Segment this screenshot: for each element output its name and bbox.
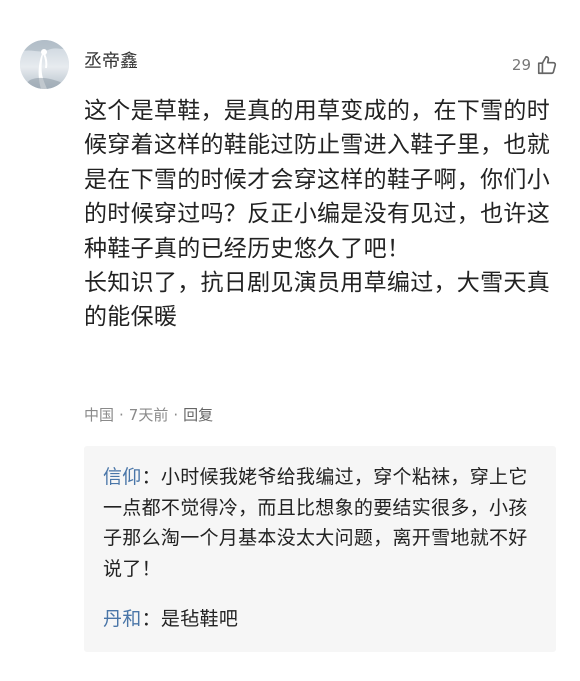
reply-author[interactable]: 信仰 xyxy=(103,466,142,488)
avatar-image xyxy=(20,40,69,89)
comment-paragraph: 长知识了，抗日剧见演员用草编过，大雪天真的能保暖 xyxy=(84,270,550,331)
reply-text: 是毡鞋吧 xyxy=(160,608,239,630)
reply-author[interactable]: 丹和 xyxy=(103,608,142,630)
thumbs-up-icon[interactable] xyxy=(536,54,558,76)
replies-section: 信仰：小时候我姥爷给我编过，穿个粘袜，穿上它一点都不觉得冷，而且比想象的要结实很… xyxy=(84,446,556,652)
comment-card: 丞帝鑫 29 这个是草鞋，是真的用草变成的，在下雪的时候穿着这样的鞋能过防止雪进… xyxy=(0,0,580,681)
comment-paragraph: 这个是草鞋，是真的用草变成的，在下雪的时候穿着这样的鞋能过防止雪进入鞋子里，也就… xyxy=(84,98,550,262)
reply-item: 信仰：小时候我姥爷给我编过，穿个粘袜，穿上它一点都不觉得冷，而且比想象的要结实很… xyxy=(103,462,535,584)
meta-separator: · xyxy=(119,406,124,424)
like-count: 29 xyxy=(511,56,531,74)
meta-separator: · xyxy=(173,406,179,424)
reply-colon: ： xyxy=(141,466,161,488)
comment-location: 中国 xyxy=(84,406,115,424)
reply-item: 丹和：是毡鞋吧 xyxy=(103,604,535,635)
comment-body: 这个是草鞋，是真的用草变成的，在下雪的时候穿着这样的鞋能过防止雪进入鞋子里，也就… xyxy=(84,94,560,335)
reply-text: 小时候我姥爷给我编过，穿个粘袜，穿上它一点都不觉得冷，而且比想象的要结实很多，小… xyxy=(103,466,528,580)
reply-colon: ： xyxy=(141,608,161,630)
comment-meta: 中国 · 7天前 · 回复 xyxy=(84,404,213,426)
comment-username[interactable]: 丞帝鑫 xyxy=(84,50,138,74)
avatar[interactable] xyxy=(20,40,69,89)
like-button[interactable]: 29 xyxy=(512,54,558,76)
comment-time: 7天前 xyxy=(128,406,169,424)
reply-button[interactable]: 回复 xyxy=(183,404,213,426)
